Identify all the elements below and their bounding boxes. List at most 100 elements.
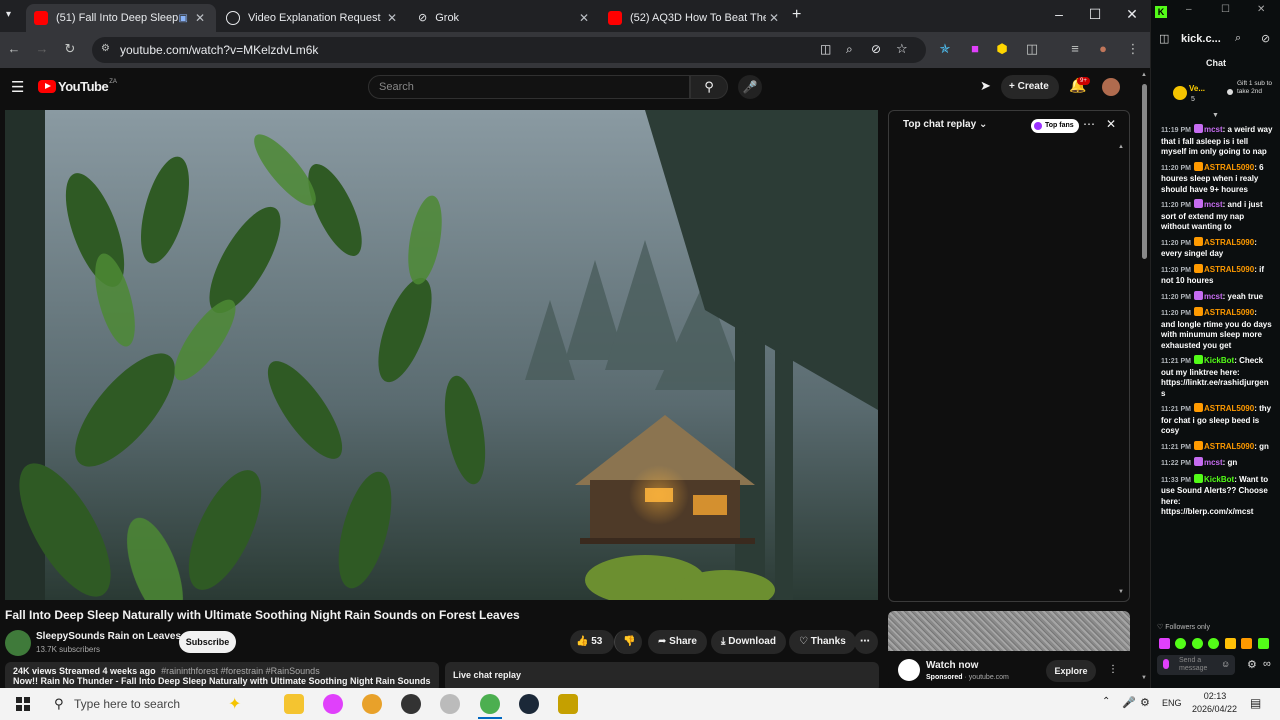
zoom-icon[interactable]: ⌕ bbox=[846, 42, 853, 57]
clock-time[interactable]: 02:13 bbox=[1200, 691, 1230, 701]
ad-explore-button[interactable]: Explore bbox=[1046, 660, 1096, 682]
media-controls-icon[interactable]: ≡ bbox=[1066, 41, 1084, 56]
tab-youtube-sleep[interactable]: (51) Fall Into Deep Sleep Na ▣ ✕ bbox=[26, 4, 216, 32]
chat-scroll-down-icon[interactable]: ▼ bbox=[1118, 589, 1124, 595]
extension-icon[interactable]: ✯ bbox=[936, 41, 954, 57]
message-username[interactable]: KickBot bbox=[1204, 356, 1234, 365]
extension-icon[interactable]: ⬢ bbox=[993, 41, 1011, 57]
tray-network-icon[interactable]: ⚙ bbox=[1140, 696, 1150, 709]
reload-icon[interactable]: ↻ bbox=[61, 41, 79, 57]
new-tab-button[interactable]: + bbox=[792, 6, 801, 24]
bookmark-star-icon[interactable]: ☆ bbox=[896, 41, 908, 57]
kick-maximize-button[interactable]: ☐ bbox=[1221, 4, 1230, 15]
emote-icon[interactable] bbox=[1224, 638, 1236, 649]
extension-icon[interactable]: ■ bbox=[966, 41, 984, 56]
message-username[interactable]: mcst bbox=[1204, 458, 1223, 467]
back-icon[interactable]: ← bbox=[5, 41, 23, 56]
emote-icon[interactable] bbox=[1241, 638, 1253, 649]
voice-search-button[interactable]: 🎤 bbox=[738, 75, 762, 99]
chat-scroll-up-icon[interactable]: ▲ bbox=[1118, 144, 1124, 150]
clock-date[interactable]: 2026/04/22 bbox=[1192, 704, 1237, 714]
create-button[interactable]: + Create bbox=[1001, 75, 1059, 99]
message-username[interactable]: KickBot bbox=[1204, 475, 1234, 484]
close-tab-icon[interactable]: ✕ bbox=[384, 11, 400, 25]
taskbar-search[interactable]: ⚲ Type here to search ✦ bbox=[46, 688, 276, 720]
tray-mic-icon[interactable]: 🎤 bbox=[1122, 696, 1136, 709]
kick-zoom-icon[interactable]: ⌕ bbox=[1235, 32, 1241, 45]
install-app-icon[interactable]: ◫ bbox=[820, 42, 831, 56]
emote-icon[interactable] bbox=[1159, 638, 1170, 649]
download-button[interactable]: ⤓ Download bbox=[711, 630, 786, 654]
search-input[interactable]: Search bbox=[368, 75, 690, 99]
tab-grok[interactable]: ⊘ Grok ✕ bbox=[410, 4, 600, 32]
close-tab-icon[interactable]: ✕ bbox=[766, 11, 782, 25]
channel-name[interactable]: SleepySounds Rain on Leaves bbox=[36, 631, 181, 642]
address-bar[interactable]: ⚙ youtube.com/watch?v=MKelzdvLm6k ◫ ⌕ ⊘ … bbox=[92, 37, 926, 63]
kick-minimize-button[interactable]: – bbox=[1186, 4, 1192, 15]
emote-icon[interactable] bbox=[1208, 638, 1220, 649]
search-button[interactable]: ⚲ bbox=[690, 75, 728, 99]
close-tab-icon[interactable]: ✕ bbox=[192, 11, 208, 25]
chrome-active-icon[interactable] bbox=[480, 694, 500, 714]
dislike-button[interactable]: 👎 bbox=[614, 630, 642, 654]
site-info-icon[interactable]: ⚙ bbox=[101, 43, 110, 54]
kick-hide-icon[interactable]: ⊘ bbox=[1261, 32, 1270, 45]
extensions-puzzle-icon[interactable]: ◫ bbox=[1023, 41, 1041, 57]
subscribe-button[interactable]: Subscribe bbox=[179, 631, 236, 653]
hamburger-menu-icon[interactable]: ☰ bbox=[11, 78, 24, 96]
tray-chevron-icon[interactable]: ⌃ bbox=[1102, 696, 1110, 707]
language-indicator[interactable]: ENG bbox=[1162, 698, 1182, 708]
emote-icon[interactable] bbox=[1175, 638, 1187, 649]
scrollbar-thumb[interactable] bbox=[1142, 84, 1147, 259]
kick-close-button[interactable]: ✕ bbox=[1257, 4, 1265, 15]
avatar[interactable] bbox=[1102, 78, 1120, 96]
channel-avatar[interactable] bbox=[5, 630, 31, 656]
close-chat-icon[interactable]: ✕ bbox=[1106, 117, 1116, 131]
chat-more-icon[interactable]: ⋯ bbox=[1083, 117, 1095, 131]
cast-icon[interactable]: ➤ bbox=[980, 78, 991, 94]
profile-icon[interactable]: ● bbox=[1094, 41, 1112, 56]
tab-search-icon[interactable]: ▾ bbox=[6, 9, 11, 20]
message-input[interactable]: Send a message ☺ bbox=[1157, 655, 1235, 675]
minimize-button[interactable]: – bbox=[1049, 6, 1069, 22]
like-button[interactable]: 👍 53 bbox=[570, 630, 614, 654]
message-username[interactable]: ASTRAL5090 bbox=[1204, 308, 1254, 317]
message-username[interactable]: mcst bbox=[1204, 125, 1223, 134]
kick-url[interactable]: kick.c... bbox=[1181, 33, 1221, 45]
forward-icon[interactable]: → bbox=[33, 41, 51, 56]
message-username[interactable]: ASTRAL5090 bbox=[1204, 163, 1254, 172]
top-fans-chip[interactable]: Top fans bbox=[1031, 119, 1079, 133]
gift-leaderboard[interactable]: Ve... 5 Gift 1 sub to take 2nd bbox=[1171, 80, 1275, 112]
message-username[interactable]: mcst bbox=[1204, 200, 1223, 209]
windows-start-icon[interactable] bbox=[16, 697, 30, 711]
app-icon[interactable] bbox=[440, 694, 460, 714]
tab-aq3d[interactable]: (52) AQ3D How To Beat The Dj ✕ bbox=[600, 4, 790, 32]
emote-icon[interactable] bbox=[1191, 638, 1203, 649]
youtube-logo[interactable]: YouTube ZA bbox=[38, 79, 117, 94]
chat-users-icon[interactable]: ∞ bbox=[1263, 658, 1271, 670]
close-tab-icon[interactable]: ✕ bbox=[576, 11, 592, 25]
chrome-icon[interactable] bbox=[362, 694, 382, 714]
emote-icon[interactable] bbox=[1257, 638, 1269, 649]
share-button[interactable]: ➦ Share bbox=[648, 630, 707, 654]
app-icon[interactable] bbox=[558, 694, 578, 714]
file-explorer-icon[interactable] bbox=[284, 694, 304, 714]
message-username[interactable]: ASTRAL5090 bbox=[1204, 442, 1254, 451]
message-username[interactable]: ASTRAL5090 bbox=[1204, 238, 1254, 247]
app-icon[interactable] bbox=[323, 694, 343, 714]
notification-center-icon[interactable]: ▤ bbox=[1250, 696, 1261, 710]
more-actions-button[interactable]: ⋯ bbox=[854, 630, 878, 654]
message-username[interactable]: ASTRAL5090 bbox=[1204, 404, 1254, 413]
ad-card[interactable]: Watch now Sponsored · youtube.com Explor… bbox=[888, 611, 1130, 688]
top-chat-dropdown[interactable]: Top chat replay ⌄ bbox=[903, 119, 987, 130]
kick-sidebar-icon[interactable]: ◫ bbox=[1159, 32, 1169, 45]
close-window-button[interactable]: ✕ bbox=[1122, 6, 1142, 23]
maximize-button[interactable]: ☐ bbox=[1085, 6, 1105, 23]
tab-video-explanation[interactable]: Video Explanation Request ✕ bbox=[218, 4, 408, 32]
steam-icon[interactable] bbox=[519, 694, 539, 714]
app-icon[interactable] bbox=[401, 694, 421, 714]
hide-icon[interactable]: ⊘ bbox=[871, 42, 881, 56]
video-player[interactable] bbox=[5, 110, 878, 600]
message-username[interactable]: ASTRAL5090 bbox=[1204, 265, 1254, 274]
ad-more-icon[interactable]: ⋮ bbox=[1108, 664, 1118, 675]
